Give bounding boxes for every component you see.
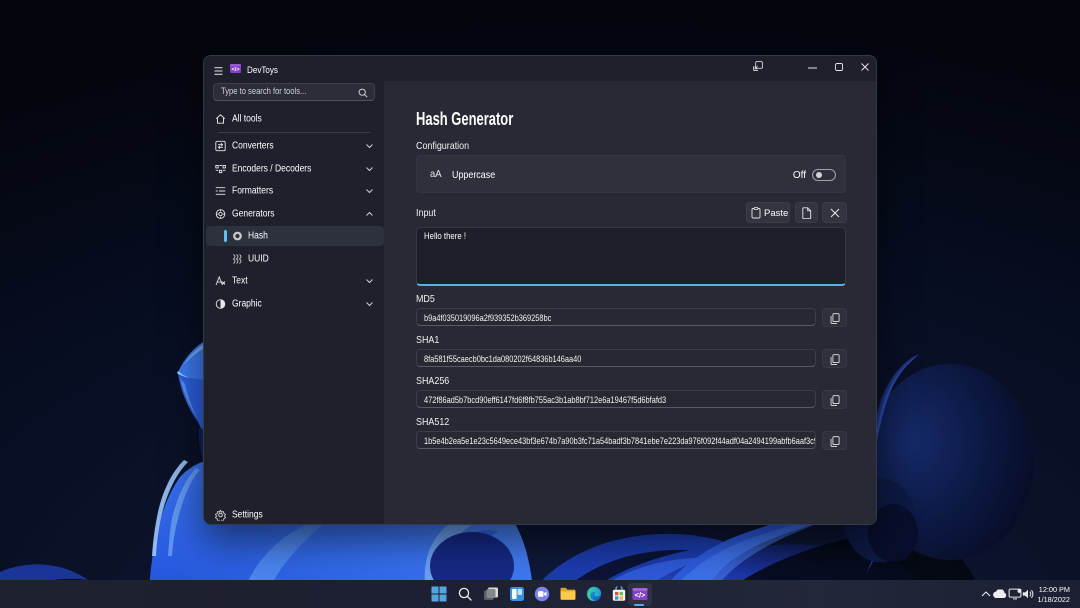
svg-text:</>: </>	[635, 591, 646, 600]
svg-text:</>: </>	[231, 67, 240, 73]
